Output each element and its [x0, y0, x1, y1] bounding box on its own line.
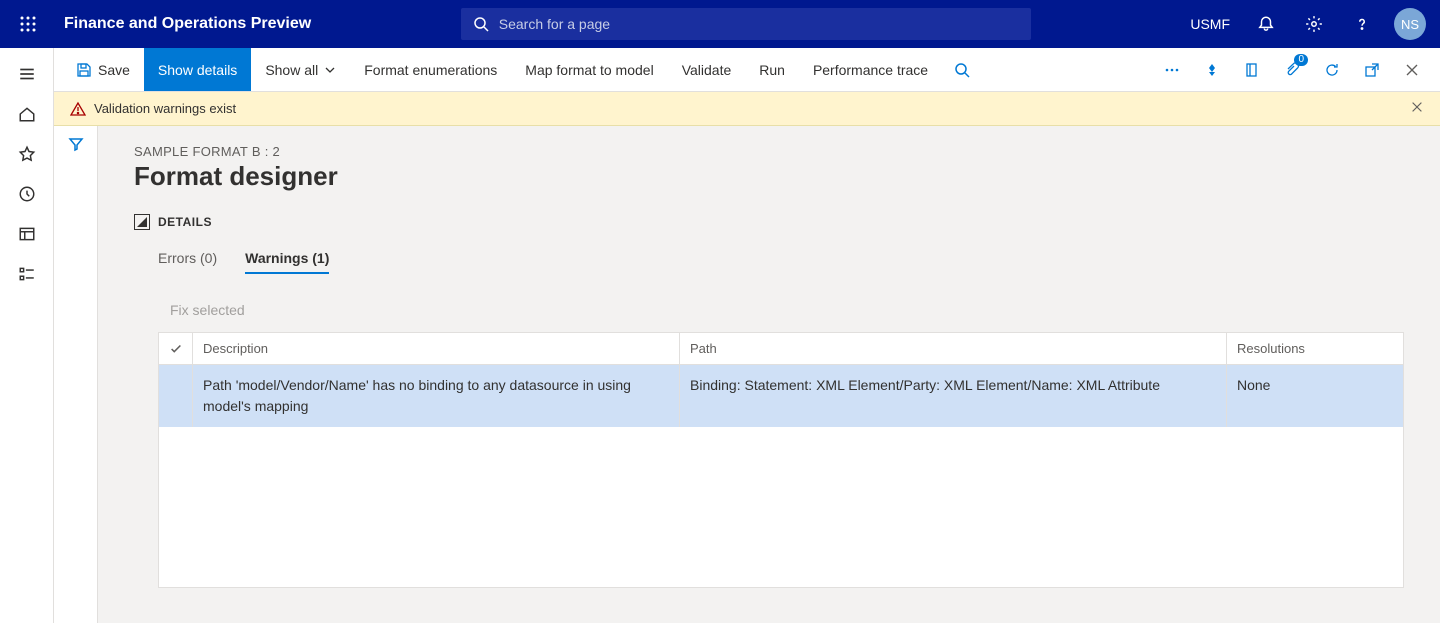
- popout-icon[interactable]: [1352, 48, 1392, 92]
- company-label[interactable]: USMF: [1180, 16, 1240, 32]
- row-description: Path 'model/Vendor/Name' has no binding …: [193, 365, 680, 427]
- user-avatar[interactable]: NS: [1394, 8, 1426, 40]
- tab-errors[interactable]: Errors (0): [158, 250, 217, 274]
- details-section-label: DETAILS: [158, 215, 212, 229]
- row-resolutions: None: [1227, 365, 1403, 427]
- show-details-button[interactable]: Show details: [144, 48, 251, 91]
- row-checkbox[interactable]: [159, 365, 193, 427]
- warning-triangle-icon: [70, 101, 86, 117]
- performance-trace-button[interactable]: Performance trace: [799, 48, 942, 91]
- grid-header-description[interactable]: Description: [193, 333, 680, 364]
- tab-warnings[interactable]: Warnings (1): [245, 250, 329, 274]
- close-button[interactable]: [1392, 48, 1432, 92]
- help-icon[interactable]: [1340, 0, 1384, 48]
- more-actions-icon[interactable]: [1152, 48, 1192, 92]
- action-search-icon[interactable]: [942, 48, 982, 92]
- banner-text: Validation warnings exist: [94, 101, 236, 116]
- fix-selected-button[interactable]: Fix selected: [170, 302, 245, 318]
- banner-close-icon[interactable]: [1410, 100, 1424, 117]
- office-addin-icon[interactable]: [1232, 48, 1272, 92]
- global-search[interactable]: Search for a page: [461, 8, 1031, 40]
- page-title: Format designer: [134, 161, 1404, 192]
- filter-icon[interactable]: [68, 136, 84, 623]
- search-icon: [473, 16, 489, 32]
- save-button[interactable]: Save: [62, 48, 144, 91]
- collapse-triangle-icon: [137, 217, 147, 227]
- nav-workspaces-icon[interactable]: [0, 214, 54, 254]
- nav-hamburger[interactable]: [0, 54, 54, 94]
- app-launcher[interactable]: [8, 0, 48, 48]
- attachment-count-badge: 0: [1294, 54, 1308, 66]
- validation-warning-banner: Validation warnings exist: [54, 92, 1440, 126]
- grid-header-path[interactable]: Path: [680, 333, 1227, 364]
- run-button[interactable]: Run: [745, 48, 799, 91]
- attachments-icon[interactable]: 0: [1272, 48, 1312, 92]
- nav-modules-icon[interactable]: [0, 254, 54, 294]
- validate-button[interactable]: Validate: [668, 48, 746, 91]
- checkmark-icon: [169, 342, 183, 356]
- show-all-button[interactable]: Show all: [251, 48, 350, 91]
- grid-header-resolutions[interactable]: Resolutions: [1227, 333, 1403, 364]
- nav-favorites-icon[interactable]: [0, 134, 54, 174]
- nav-home-icon[interactable]: [0, 94, 54, 134]
- chevron-down-icon: [324, 64, 336, 76]
- notifications-icon[interactable]: [1244, 0, 1288, 48]
- grid-select-all[interactable]: [159, 333, 193, 364]
- details-section-toggle[interactable]: [134, 214, 150, 230]
- grid-empty-space: [159, 427, 1403, 587]
- app-title: Finance and Operations Preview: [48, 15, 327, 33]
- map-format-to-model-button[interactable]: Map format to model: [511, 48, 667, 91]
- save-icon: [76, 62, 92, 78]
- refresh-icon[interactable]: [1312, 48, 1352, 92]
- options-icon[interactable]: [1192, 48, 1232, 92]
- warnings-grid: Description Path Resolutions Path 'model…: [158, 332, 1404, 588]
- settings-gear-icon[interactable]: [1292, 0, 1336, 48]
- nav-recent-icon[interactable]: [0, 174, 54, 214]
- table-row[interactable]: Path 'model/Vendor/Name' has no binding …: [159, 365, 1403, 427]
- breadcrumb: SAMPLE FORMAT B : 2: [134, 144, 1404, 159]
- row-path: Binding: Statement: XML Element/Party: X…: [680, 365, 1227, 427]
- format-enumerations-button[interactable]: Format enumerations: [350, 48, 511, 91]
- search-placeholder: Search for a page: [499, 16, 610, 32]
